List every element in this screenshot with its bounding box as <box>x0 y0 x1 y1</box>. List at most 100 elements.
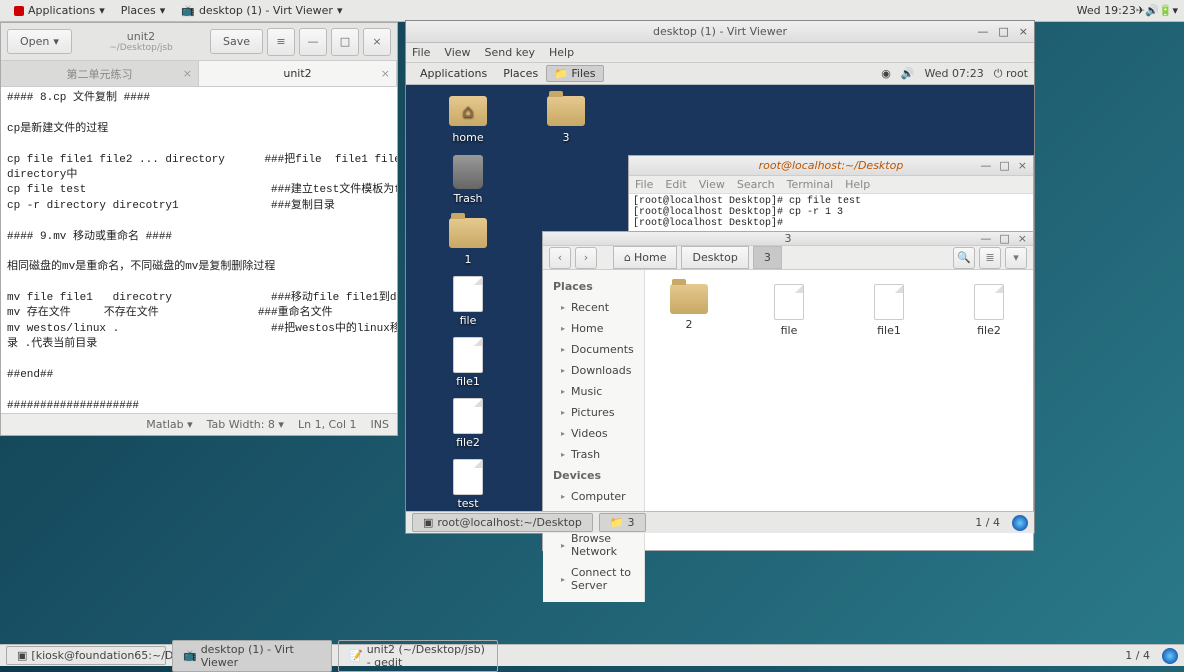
vv-menu-view[interactable]: View <box>444 46 470 59</box>
path-home[interactable]: ⌂ Home <box>613 246 677 269</box>
volume-icon[interactable]: 🔊 <box>1145 4 1159 17</box>
maximize-icon[interactable]: □ <box>331 28 359 56</box>
tab-close-icon[interactable]: × <box>183 67 192 80</box>
term-menu-search[interactable]: Search <box>737 178 775 191</box>
vm-user-menu[interactable]: ⏻ root <box>994 67 1028 81</box>
sidebar-item-downloads[interactable]: ▸Downloads <box>547 360 640 381</box>
sidebar-item-videos[interactable]: ▸Videos <box>547 423 640 444</box>
vm-task-terminal[interactable]: ▣ root@localhost:~/Desktop <box>412 513 593 532</box>
term-menu-view[interactable]: View <box>699 178 725 191</box>
term-menu-edit[interactable]: Edit <box>665 178 686 191</box>
close-icon[interactable]: × <box>1019 25 1028 38</box>
view-dropdown-icon[interactable]: ▾ <box>1005 247 1027 269</box>
close-icon[interactable]: × <box>363 28 391 56</box>
power-icon[interactable]: ▾ <box>1172 4 1178 17</box>
sidebar-item-pictures[interactable]: ▸Pictures <box>547 402 640 423</box>
maximize-icon[interactable]: □ <box>999 232 1009 245</box>
gedit-text-area[interactable]: #### 8.cp 文件复制 #### cp是新建文件的过程 cp file f… <box>1 87 397 413</box>
vm-clock[interactable]: Wed 07:23 <box>925 67 984 80</box>
gedit-title: unit2 ~/Desktop/jsb <box>76 30 206 53</box>
desktop-icon-3[interactable]: 3 <box>536 93 596 144</box>
file-item-2[interactable]: 2 <box>659 284 719 331</box>
vm-files-window: 3 —□× ‹ › ⌂ Home Desktop 3 🔍 ≣ ▾ Places … <box>542 231 1034 551</box>
minimize-icon[interactable]: — <box>977 25 988 38</box>
desktop-icon-1[interactable]: 1 <box>438 215 498 266</box>
host-active-app-menu[interactable]: 📺 desktop (1) - Virt Viewer ▾ <box>173 2 350 19</box>
host-task-virtviewer[interactable]: 📺 desktop (1) - Virt Viewer <box>172 640 332 672</box>
file-item-file[interactable]: file <box>759 284 819 337</box>
term-menu-file[interactable]: File <box>635 178 653 191</box>
vm-workspace-indicator[interactable]: 1 / 4 <box>969 516 1006 529</box>
vm-desktop[interactable]: Applications Places 📁 Files ◉ 🔊 Wed 07:2… <box>406 63 1034 533</box>
airplane-icon[interactable]: ✈ <box>1136 4 1145 17</box>
desktop-icon-file2[interactable]: file2 <box>438 398 498 449</box>
minimize-icon[interactable]: — <box>299 28 327 56</box>
vv-menu-help[interactable]: Help <box>549 46 574 59</box>
desktop-icon-file1[interactable]: file1 <box>438 337 498 388</box>
vv-menu-sendkey[interactable]: Send key <box>485 46 535 59</box>
path-current[interactable]: 3 <box>753 246 782 269</box>
gedit-headerbar: Open ▾ unit2 ~/Desktop/jsb Save ≡ — □ × <box>1 23 397 61</box>
open-button[interactable]: Open ▾ <box>7 29 72 54</box>
vm-files-appmenu[interactable]: 📁 Files <box>546 65 603 82</box>
vm-apps-menu[interactable]: Applications <box>412 65 495 82</box>
maximize-icon[interactable]: □ <box>999 159 1009 172</box>
sidebar-item-documents[interactable]: ▸Documents <box>547 339 640 360</box>
vm-files-grid[interactable]: 2 file file1 file2 <box>645 270 1033 602</box>
nav-back-button[interactable]: ‹ <box>549 247 571 269</box>
host-clock[interactable]: Wed 19:23 <box>1077 4 1136 17</box>
save-button[interactable]: Save <box>210 29 263 54</box>
tab-close-icon[interactable]: × <box>381 67 390 80</box>
view-list-icon[interactable]: ≣ <box>979 247 1001 269</box>
nav-forward-button[interactable]: › <box>575 247 597 269</box>
hamburger-icon[interactable]: ≡ <box>267 28 295 56</box>
host-places-menu[interactable]: Places ▾ <box>113 2 174 19</box>
host-workspace-indicator[interactable]: 1 / 4 <box>1119 649 1156 662</box>
host-task-terminal[interactable]: ▣ [kiosk@foundation65:~/Desktop] <box>6 646 166 665</box>
status-tabwidth[interactable]: Tab Width: 8 ▾ <box>207 418 284 431</box>
battery-icon[interactable]: 🔋 <box>1159 4 1173 17</box>
gedit-tabbar: 第二单元练习× unit2× <box>1 61 397 87</box>
status-position: Ln 1, Col 1 <box>298 418 357 431</box>
sidebar-item-home[interactable]: ▸Home <box>547 318 640 339</box>
gedit-tab-2[interactable]: unit2× <box>199 61 397 86</box>
show-desktop-icon[interactable] <box>1162 648 1178 664</box>
sidebar-item-music[interactable]: ▸Music <box>547 381 640 402</box>
host-task-gedit[interactable]: 📝 unit2 (~/Desktop/jsb) - gedit <box>338 640 498 672</box>
vv-titlebar[interactable]: desktop (1) - Virt Viewer — □ × <box>406 21 1034 43</box>
sidebar-item-connect-to-server[interactable]: ▸Connect to Server <box>547 562 640 596</box>
term-menu-terminal[interactable]: Terminal <box>787 178 834 191</box>
sidebar-item-trash[interactable]: ▸Trash <box>547 444 640 465</box>
vm-bottom-panel: ▣ root@localhost:~/Desktop 📁 3 1 / 4 <box>406 511 1034 533</box>
path-desktop[interactable]: Desktop <box>681 246 748 269</box>
sidebar-item-recent[interactable]: ▸Recent <box>547 297 640 318</box>
desktop-icon-file[interactable]: file <box>438 276 498 327</box>
vv-menu-file[interactable]: File <box>412 46 430 59</box>
gedit-tab-1[interactable]: 第二单元练习× <box>1 61 199 86</box>
minimize-icon[interactable]: — <box>980 159 991 172</box>
desktop-icon-Trash[interactable]: Trash <box>438 154 498 205</box>
vm-task-files[interactable]: 📁 3 <box>599 513 646 532</box>
show-desktop-icon[interactable] <box>1012 515 1028 531</box>
status-language[interactable]: Matlab ▾ <box>146 418 192 431</box>
search-icon[interactable]: 🔍 <box>953 247 975 269</box>
close-icon[interactable]: × <box>1018 159 1027 172</box>
file-item-file1[interactable]: file1 <box>859 284 919 337</box>
maximize-icon[interactable]: □ <box>998 25 1008 38</box>
status-insert: INS <box>371 418 389 431</box>
term-menu-help[interactable]: Help <box>845 178 870 191</box>
file-item-file2[interactable]: file2 <box>959 284 1019 337</box>
minimize-icon[interactable]: — <box>980 232 991 245</box>
close-icon[interactable]: × <box>1018 232 1027 245</box>
sidebar-item-browse-network[interactable]: ▸Browse Network <box>547 528 640 562</box>
sidebar-item-computer[interactable]: ▸Computer <box>547 486 640 507</box>
accessibility-icon[interactable]: ◉ <box>881 67 891 80</box>
vm-files-titlebar[interactable]: 3 —□× <box>543 232 1033 246</box>
desktop-icon-test[interactable]: test <box>438 459 498 510</box>
host-apps-menu[interactable]: Applications ▾ <box>6 2 113 19</box>
vm-places-menu[interactable]: Places <box>495 65 546 82</box>
desktop-icon-home[interactable]: home <box>438 93 498 144</box>
volume-icon[interactable]: 🔊 <box>901 67 915 80</box>
gedit-statusbar: Matlab ▾ Tab Width: 8 ▾ Ln 1, Col 1 INS <box>1 413 397 435</box>
vm-term-titlebar[interactable]: root@localhost:~/Desktop —□× <box>629 156 1033 176</box>
